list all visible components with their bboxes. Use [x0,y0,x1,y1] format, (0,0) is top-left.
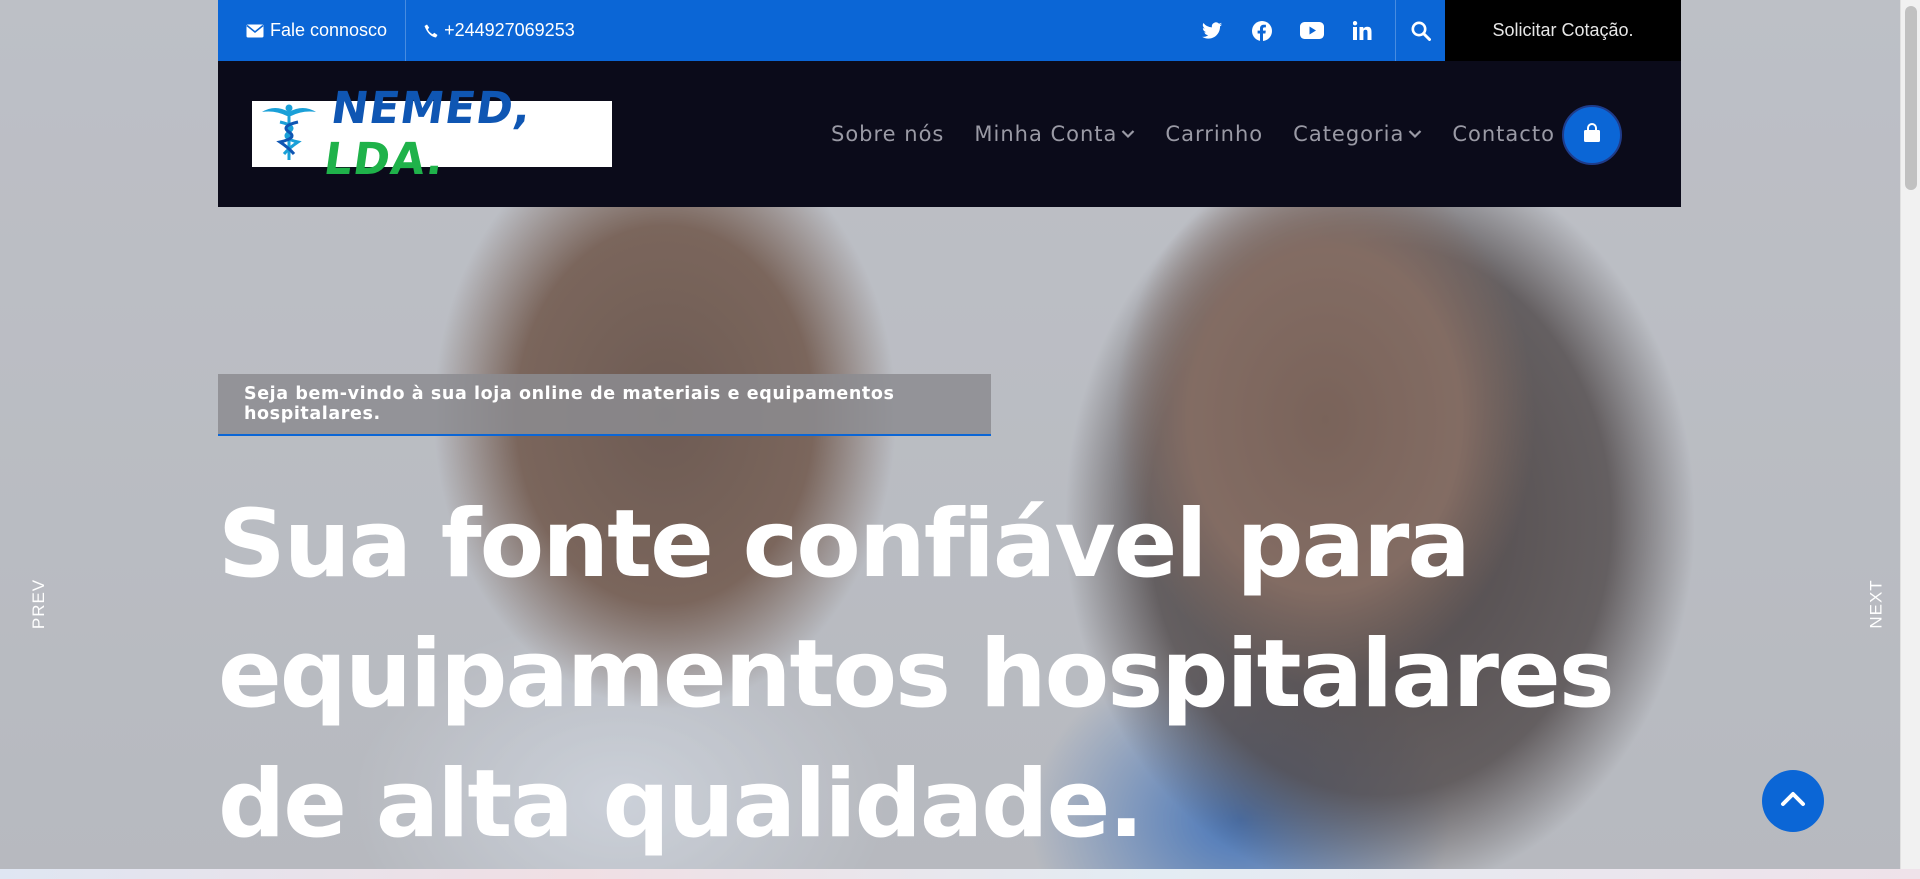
search-icon[interactable] [1395,0,1445,61]
envelope-icon [246,24,264,38]
page-scrollbar[interactable] [1900,0,1920,869]
twitter-icon[interactable] [1187,0,1237,61]
phone-icon [424,24,438,38]
nav-item-sobre-nos[interactable]: Sobre nós [831,122,944,146]
site-logo[interactable]: NEMED, LDA. [252,83,612,185]
youtube-icon[interactable] [1287,0,1337,61]
chevron-down-icon [1408,129,1422,139]
chevron-up-icon [1780,790,1806,812]
cart-button[interactable] [1562,105,1622,165]
hero-headline: Sua fonte confiável para equipamentos ho… [218,490,1615,859]
nav-item-categoria[interactable]: Categoria [1293,122,1422,146]
top-bar: Fale connosco +244927069253 Solicitar Co… [218,0,1681,61]
main-navbar: NEMED, LDA. Sobre nós Minha Conta Carrin… [218,61,1681,207]
linkedin-icon[interactable] [1337,0,1387,61]
nav-item-contacto[interactable]: Contacto [1452,122,1555,146]
contact-link[interactable]: Fale connosco [218,0,407,61]
phone-link[interactable]: +244927069253 [406,0,593,61]
social-links [1187,0,1395,61]
welcome-banner: Seja bem-vindo à sua loja online de mate… [218,374,991,436]
chevron-down-icon [1121,129,1135,139]
request-quote-button[interactable]: Solicitar Cotação. [1445,0,1681,61]
nav-item-minha-conta[interactable]: Minha Conta [974,122,1135,146]
facebook-icon[interactable] [1237,0,1287,61]
primary-nav: Sobre nós Minha Conta Carrinho Categoria… [831,61,1585,207]
phone-number: +244927069253 [444,20,575,40]
logo-text: NEMED, LDA. [320,83,536,185]
slider-prev-button[interactable]: PREV [29,579,49,629]
shopping-bag-icon [1581,122,1603,148]
scrollbar-thumb[interactable] [1905,6,1917,190]
slider-next-button[interactable]: NEXT [1867,579,1887,628]
nav-item-carrinho[interactable]: Carrinho [1165,122,1263,146]
caduceus-icon [260,102,318,166]
contact-label: Fale connosco [270,20,388,40]
back-to-top-button[interactable] [1762,770,1824,832]
bottom-strip [0,869,1920,879]
